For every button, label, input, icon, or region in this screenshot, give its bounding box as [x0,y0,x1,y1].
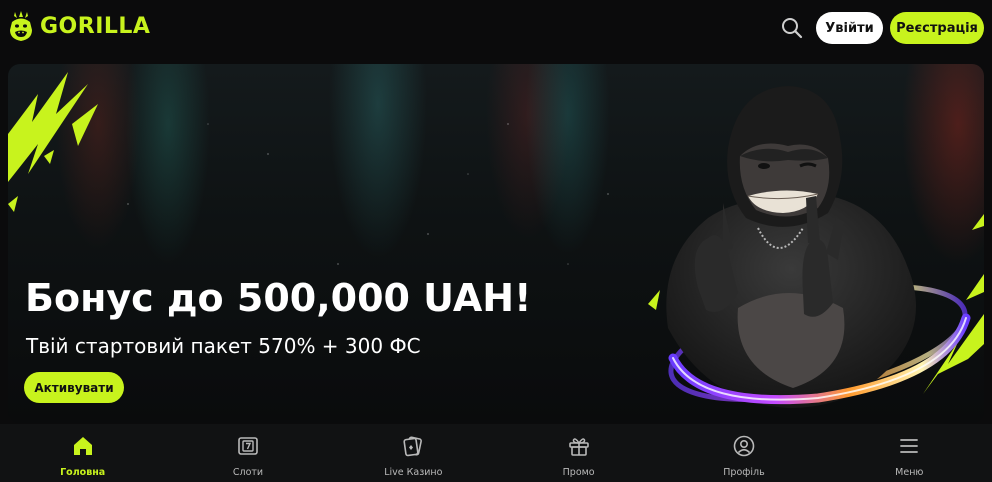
nav-label: Профіль [723,467,765,478]
slots-icon [238,437,258,455]
search-button[interactable] [780,16,804,40]
cards-icon [403,436,423,457]
nav-label: Головна [60,467,106,478]
nav-item-slots[interactable]: Слоти [165,424,330,482]
home-icon [73,437,92,455]
promo-banner[interactable]: Бонус до 500,000 UAH! Твій стартовий пак… [8,64,984,423]
search-icon [782,18,803,39]
nav-label: Промо [562,467,595,478]
nav-label: Слоти [232,467,264,478]
nav-item-promo[interactable]: Промо [496,424,661,482]
logo-text: GORILLA [40,13,151,39]
register-button[interactable]: Реєстрація [890,12,984,44]
login-button[interactable]: Увійти [816,12,883,44]
gift-icon [568,438,589,456]
nav-item-profile[interactable]: Профіль [661,424,826,482]
nav-item-home[interactable]: Головна [0,424,165,482]
nav-item-menu[interactable]: Меню [827,424,992,482]
nav-item-live-casino[interactable]: Live Казино [331,424,496,482]
top-header: GORILLA Увійти Реєстрація [0,0,992,56]
bottom-nav: Головна Слоти Live Казино Промо Профіль … [0,424,992,482]
activate-button[interactable]: Активувати [24,372,124,403]
brand-logo[interactable]: GORILLA [8,10,150,42]
profile-icon [733,435,755,457]
banner-subtitle: Твій стартовий пакет 570% + 300 ФС [26,334,421,358]
menu-icon [900,439,919,453]
gorilla-logo-icon [10,11,32,41]
nav-label: Live Казино [384,467,443,478]
nav-label: Меню [895,467,924,478]
gorilla-character [666,86,971,408]
banner-title: Бонус до 500,000 UAH! [25,276,532,320]
